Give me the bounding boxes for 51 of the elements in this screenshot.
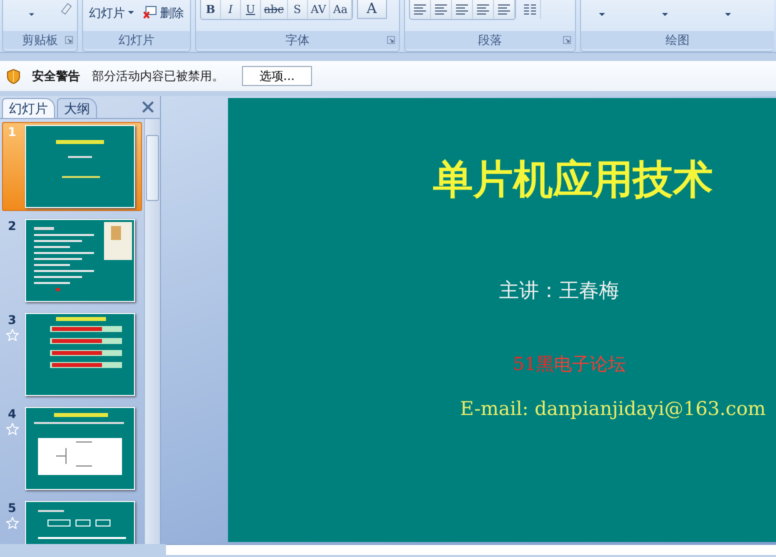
caret-icon <box>662 13 669 17</box>
format-button[interactable]: I <box>221 0 241 19</box>
caret-icon <box>128 11 135 15</box>
align-lines-icon <box>496 4 511 15</box>
slide-number: 5 <box>8 501 16 515</box>
align-lines-icon <box>434 4 448 15</box>
delete-slide-icon <box>143 6 157 20</box>
slide-title: 单片机应用技术 <box>433 155 713 205</box>
caret-icon <box>29 13 36 17</box>
slide-thumbnail-row[interactable]: 3 <box>2 310 142 399</box>
slide-number: 4 <box>8 407 16 421</box>
format-button[interactable]: AV <box>308 0 330 19</box>
close-icon <box>142 101 154 113</box>
group-label: 绘图 <box>666 32 690 48</box>
format-painter-icon <box>59 0 73 16</box>
caret-icon <box>599 13 606 17</box>
align-lines-icon <box>454 4 469 15</box>
slide-thumbnail-row[interactable]: 4 <box>2 404 142 493</box>
group-label: 幻灯片 <box>118 32 154 48</box>
email-address: E-mail: danpianjidayi@163.com <box>460 398 766 420</box>
forum-name: 51黑电子论坛 <box>513 353 626 376</box>
group-label: 段落 <box>478 32 502 48</box>
slide-number: 2 <box>8 219 16 233</box>
align-lines-icon <box>412 4 427 15</box>
slide-thumbnail-row[interactable]: 5 <box>2 498 142 544</box>
warning-message: 部分活动内容已被禁用。 <box>92 68 224 84</box>
options-button[interactable]: 选项... <box>242 66 312 86</box>
delete-button[interactable]: 删除 <box>141 4 186 22</box>
format-button[interactable]: B <box>201 0 221 19</box>
format-button[interactable]: abc <box>261 0 288 19</box>
format-button[interactable]: S <box>288 0 308 19</box>
columns-icon <box>522 4 537 15</box>
caret-icon <box>725 13 732 17</box>
format-button[interactable]: U <box>241 0 261 19</box>
warning-title: 安全警告 <box>32 68 80 84</box>
shield-icon <box>7 68 20 84</box>
scrollbar-thumb[interactable] <box>146 135 159 201</box>
font-color-button[interactable]: A <box>356 0 387 19</box>
pane-tab[interactable]: 大纲 <box>57 98 97 118</box>
group-label: 字体 <box>285 32 310 48</box>
slide-number: 3 <box>8 313 16 327</box>
format-button[interactable]: Aa <box>330 0 352 19</box>
slide-thumbnail-row[interactable]: 2 <box>2 216 142 305</box>
new-slide-button[interactable]: 幻灯片 <box>87 4 137 22</box>
align-lines-icon <box>476 4 490 15</box>
speaker-line: 主讲：王春梅 <box>499 277 619 304</box>
group-label: 剪贴板 <box>22 32 58 48</box>
close-button[interactable] <box>142 101 156 115</box>
scrollbar[interactable] <box>144 119 160 544</box>
pane-tab[interactable]: 幻灯片 <box>2 98 55 118</box>
slide-number: 1 <box>8 125 16 139</box>
